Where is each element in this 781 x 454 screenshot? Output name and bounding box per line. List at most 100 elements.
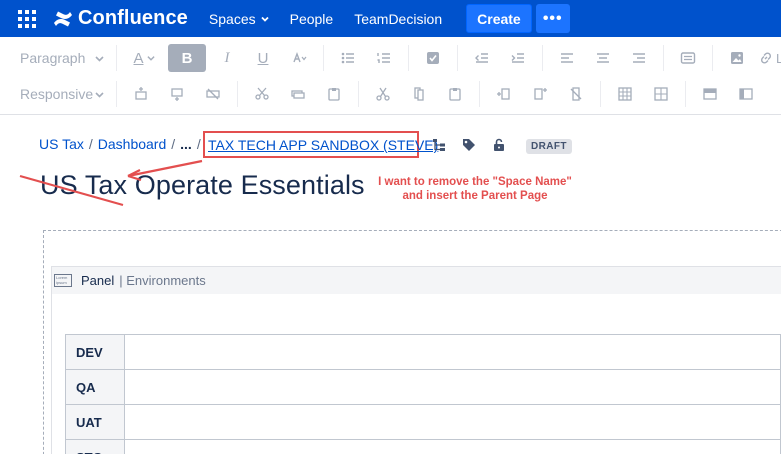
underline-button[interactable]: U	[248, 44, 278, 72]
delete-column-icon	[570, 87, 582, 101]
table-cell-value[interactable]	[123, 334, 781, 370]
copy-row-button[interactable]	[283, 80, 313, 108]
align-left-button[interactable]	[552, 44, 582, 72]
text-color-icon: A	[133, 49, 144, 67]
table-icon	[618, 87, 632, 101]
bold-button[interactable]: B	[168, 44, 206, 72]
split-cells-icon	[739, 88, 753, 100]
table-header-row-button[interactable]	[610, 80, 640, 108]
toolbar-divider	[663, 45, 664, 71]
text-color-button[interactable]: A	[126, 44, 162, 72]
indent-icon	[511, 53, 524, 63]
table-cell-value[interactable]	[123, 439, 781, 454]
table-layout-select[interactable]: Responsive	[14, 80, 110, 108]
insert-row-above-button[interactable]	[126, 80, 156, 108]
italic-button[interactable]: I	[212, 44, 242, 72]
page-tree-icon[interactable]	[432, 138, 446, 152]
toolbar-divider	[542, 45, 543, 71]
table-row: UAT	[65, 404, 781, 440]
toolbar-row-1: Paragraph A B I U L	[0, 40, 781, 76]
breadcrumb-separator: /	[171, 136, 176, 152]
create-button[interactable]: Create	[466, 4, 532, 33]
table-header-column-button[interactable]	[646, 80, 676, 108]
table-cell-label[interactable]: DEV	[65, 334, 125, 370]
chevron-down-icon	[95, 91, 104, 98]
breadcrumb-current-space[interactable]: TAX TECH APP SANDBOX (STEVE)	[208, 137, 438, 153]
paste-icon	[449, 88, 461, 101]
row-below-icon	[171, 88, 183, 101]
paste-row-button[interactable]	[319, 80, 349, 108]
toolbar-divider	[685, 81, 686, 107]
table-cell-label[interactable]: UAT	[65, 404, 125, 440]
chevron-down-icon	[95, 55, 104, 62]
toolbar-divider	[457, 45, 458, 71]
breadcrumb-dashboard[interactable]: Dashboard	[98, 136, 167, 152]
app-switcher-icon[interactable]	[18, 9, 36, 28]
more-button[interactable]: •••	[535, 4, 570, 33]
link-label: Li	[776, 50, 781, 66]
annotation-line-1: I want to remove the "Space Name"	[378, 176, 572, 188]
align-center-button[interactable]	[588, 44, 618, 72]
toolbar-divider	[600, 81, 601, 107]
delete-column-button[interactable]	[561, 80, 591, 108]
table-cell-label[interactable]: STG	[65, 439, 125, 454]
toolbar-divider	[116, 81, 117, 107]
paragraph-style-label: Paragraph	[20, 50, 86, 66]
task-list-button[interactable]	[418, 44, 448, 72]
insert-row-below-button[interactable]	[162, 80, 192, 108]
nav-teamdecision[interactable]: TeamDecision	[354, 11, 442, 27]
panel-macro-name: Panel	[81, 273, 115, 288]
align-right-button[interactable]	[624, 44, 654, 72]
insert-column-before-button[interactable]	[489, 80, 519, 108]
breadcrumb-ellipsis[interactable]: ...	[180, 136, 192, 152]
unlock-icon[interactable]	[492, 138, 506, 152]
page-layout-button[interactable]	[673, 44, 703, 72]
breadcrumb-separator: /	[88, 136, 93, 152]
split-cells-button[interactable]	[731, 80, 761, 108]
paste-column-button[interactable]	[440, 80, 470, 108]
toolbar-divider	[323, 45, 324, 71]
table-icon	[654, 87, 668, 101]
insert-image-button[interactable]	[722, 44, 752, 72]
table-cell-label[interactable]: QA	[65, 369, 125, 405]
table-cell-value[interactable]	[123, 369, 781, 405]
insert-column-after-button[interactable]	[525, 80, 555, 108]
page-layout-icon	[680, 52, 696, 64]
column-before-icon	[497, 88, 510, 100]
paragraph-style-select[interactable]: Paragraph	[14, 44, 110, 72]
outdent-icon	[475, 53, 488, 63]
copy-column-icon	[414, 87, 424, 101]
more-formatting-button[interactable]	[284, 44, 314, 72]
delete-row-button[interactable]	[198, 80, 228, 108]
merge-cells-button[interactable]	[695, 80, 725, 108]
cut-column-button[interactable]	[368, 80, 398, 108]
indent-button[interactable]	[503, 44, 533, 72]
align-center-icon	[597, 53, 609, 63]
editor-toolbar: Paragraph A B I U L Responsive	[0, 37, 781, 115]
insert-link-button[interactable]: Li	[758, 44, 781, 72]
align-left-icon	[561, 53, 573, 63]
label-tag-icon[interactable]	[462, 138, 476, 152]
bullet-list-button[interactable]	[333, 44, 363, 72]
copy-column-button[interactable]	[404, 80, 434, 108]
breadcrumb-space[interactable]: US Tax	[39, 136, 84, 152]
panel-macro-icon: Lorem ipsum	[54, 274, 72, 287]
nav-spaces[interactable]: Spaces	[209, 11, 269, 27]
more-formatting-icon	[293, 52, 307, 63]
panel-macro-header: Lorem ipsum Panel | Environments	[52, 267, 781, 294]
breadcrumb: US Tax / Dashboard / ... /	[39, 136, 206, 152]
scissors-icon	[255, 87, 269, 100]
numbered-list-button[interactable]	[369, 44, 399, 72]
table-cell-value[interactable]	[123, 404, 781, 440]
cut-row-button[interactable]	[247, 80, 277, 108]
page-title[interactable]: US Tax Operate Essentials	[40, 170, 365, 201]
outdent-button[interactable]	[467, 44, 497, 72]
top-navigation: Confluence Spaces People TeamDecision Cr…	[0, 0, 781, 37]
confluence-logo[interactable]: Confluence	[53, 7, 188, 30]
nav-people[interactable]: People	[290, 11, 334, 27]
toolbar-divider	[479, 81, 480, 107]
merge-cells-icon	[703, 88, 717, 100]
copy-row-icon	[291, 90, 305, 99]
page-actions	[432, 138, 522, 152]
paste-icon	[328, 88, 340, 101]
